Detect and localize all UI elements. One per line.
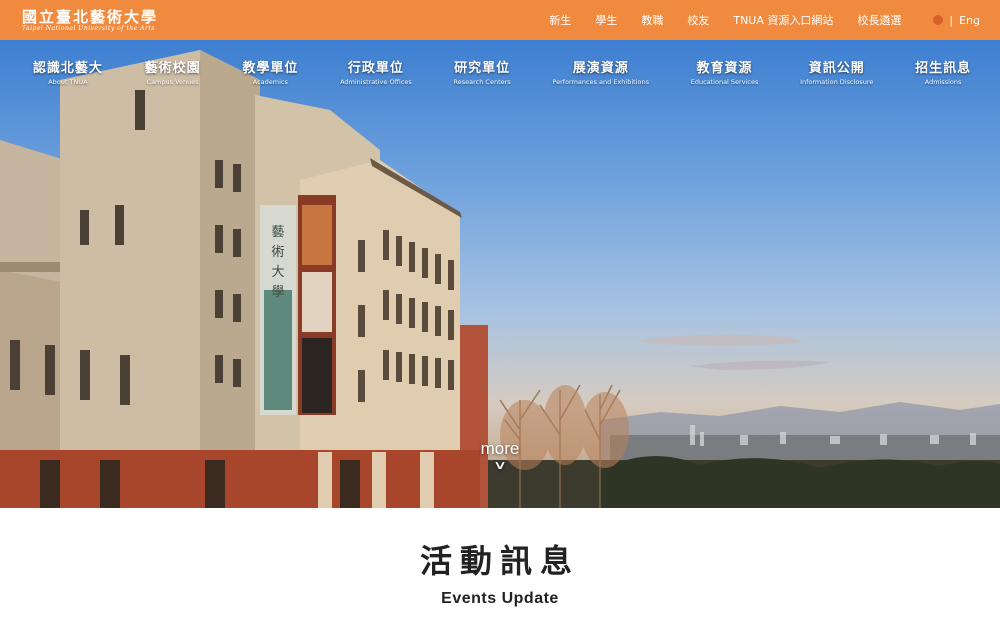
nav-academics-en: Academics <box>252 78 288 86</box>
nav-academics-cn: 教學單位 <box>242 61 299 76</box>
nav-about[interactable]: 認識北藝大 About TNUA <box>33 60 103 100</box>
events-subtitle: Events Update <box>441 590 559 607</box>
university-logo[interactable]: 國立臺北藝術大學 Taipei National University of t… <box>22 7 162 35</box>
language-switch[interactable]: | Eng <box>933 14 980 27</box>
nav-admissions-cn: 招生訊息 <box>915 61 972 76</box>
globe-icon <box>933 15 944 25</box>
nav-disclosure-cn: 資訊公開 <box>808 61 865 76</box>
nav-campus[interactable]: 藝術校園 Campus Venues <box>145 60 201 100</box>
hero-banner: 藝 術 大 學 認識北藝大 About TNUA 藝術校園 Campus Ven… <box>0 40 1000 508</box>
nav-disclosure-en: Information Disclosure <box>800 78 874 86</box>
nav-performances-en: Performances and Exhibitions <box>552 78 649 86</box>
nav-academics[interactable]: 教學單位 Academics <box>242 60 298 100</box>
util-link-president-selection[interactable]: 校長遴選 <box>857 12 901 28</box>
events-title: 活動訊息 <box>419 542 580 580</box>
nav-research-cn: 研究單位 <box>454 61 511 76</box>
nav-performances-cn: 展演資源 <box>572 61 629 76</box>
logo-english-name: Taipei National University of the Arts <box>22 25 155 32</box>
more-button[interactable]: more ∨ <box>470 439 530 473</box>
more-label: more <box>480 439 520 458</box>
util-link-portal[interactable]: TNUA 資源入口網站 <box>733 12 833 28</box>
campus-building-photo <box>0 50 1000 508</box>
nav-about-cn: 認識北藝大 <box>32 61 103 76</box>
chevron-down-icon: ∨ <box>492 458 508 472</box>
nav-performances[interactable]: 展演資源 Performances and Exhibitions <box>552 60 649 100</box>
utility-links: 新生 學生 教職 校友 TNUA 資源入口網站 校長遴選 | Eng <box>549 0 980 40</box>
nav-about-en: About TNUA <box>48 78 88 86</box>
nav-education[interactable]: 教育資源 Educational Services <box>691 60 759 100</box>
top-bar: 國立臺北藝術大學 Taipei National University of t… <box>0 0 1000 40</box>
banner-char-1: 藝 <box>271 225 284 240</box>
banner-char-2: 術 <box>271 245 284 260</box>
util-link-freshmen[interactable]: 新生 <box>549 12 571 28</box>
util-link-students[interactable]: 學生 <box>595 12 617 28</box>
banner-char-4: 學 <box>271 285 284 300</box>
nav-research[interactable]: 研究單位 Research Centers <box>454 60 511 100</box>
nav-disclosure[interactable]: 資訊公開 Information Disclosure <box>800 60 873 100</box>
events-section: 活動訊息 Events Update <box>0 508 1000 625</box>
nav-administrative-en: Administrative Offices <box>340 78 412 86</box>
nav-admissions-en: Admissions <box>924 78 962 86</box>
nav-campus-en: Campus Venues <box>146 78 199 86</box>
language-label: Eng <box>959 13 980 27</box>
nav-education-cn: 教育資源 <box>696 61 753 76</box>
nav-administrative-cn: 行政單位 <box>347 61 404 76</box>
util-link-faculty[interactable]: 教職 <box>641 12 663 28</box>
nav-admissions[interactable]: 招生訊息 Admissions <box>915 60 971 100</box>
banner-char-3: 大 <box>271 265 284 280</box>
banner-sign: 藝 術 大 學 <box>271 225 284 300</box>
main-nav: 認識北藝大 About TNUA 藝術校園 Campus Venues 教學單位… <box>0 60 1000 100</box>
util-link-alumni[interactable]: 校友 <box>687 12 709 28</box>
nav-campus-cn: 藝術校園 <box>144 61 201 76</box>
nav-research-en: Research Centers <box>453 78 511 86</box>
nav-administrative[interactable]: 行政單位 Administrative Offices <box>340 60 412 100</box>
logo-chinese-name: 國立臺北藝術大學 <box>22 8 159 26</box>
language-separator: | <box>949 13 954 27</box>
nav-education-en: Educational Services <box>690 78 759 86</box>
